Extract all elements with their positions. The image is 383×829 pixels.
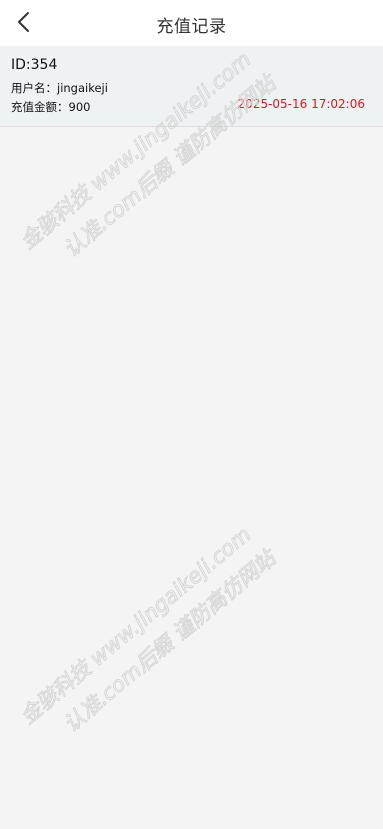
watermark-bottom-line2: 认准.com后缀 谨防高仿网站 [59, 544, 282, 737]
page-title: 充值记录 [156, 17, 227, 37]
record-time: 2025-05-16 17:02:06 [237, 97, 365, 111]
record-id: ID:354 [11, 57, 58, 73]
username-value: jingaikeji [57, 81, 108, 95]
amount-value: 900 [68, 100, 91, 114]
amount-label: 充值金额： [11, 100, 69, 114]
username-label: 用户名： [11, 81, 57, 95]
record-amount-row: 充值金额：900 [11, 99, 90, 115]
page: 充值记录 ID:354 用户名：jingaikeji 充值金额：900 2025… [0, 0, 383, 829]
recharge-record-item[interactable]: ID:354 用户名：jingaikeji 充值金额：900 2025-05-1… [0, 46, 383, 127]
watermark-bottom-line1: 金骇科技 www.jingaikeji.com [16, 522, 256, 729]
top-bar: 充值记录 [0, 0, 383, 46]
record-username-row: 用户名：jingaikeji [11, 80, 108, 96]
watermark-bottom: 金骇科技 www.jingaikeji.com 认准.com后缀 谨防高仿网站 [15, 522, 282, 738]
